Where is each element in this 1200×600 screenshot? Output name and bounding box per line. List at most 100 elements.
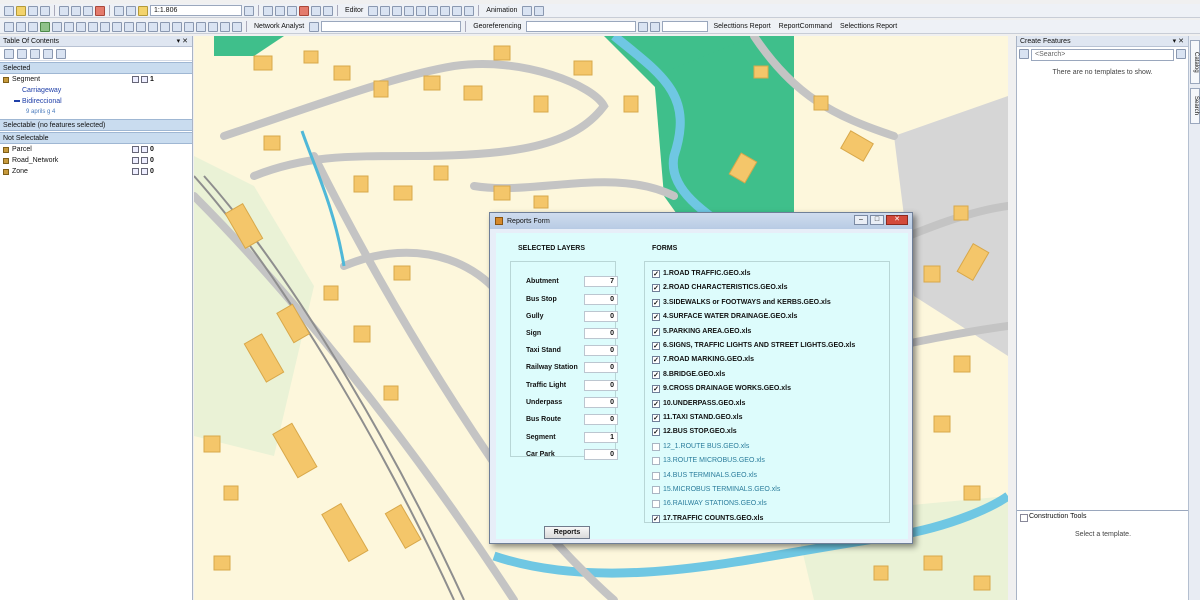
undo-icon[interactable] <box>114 5 124 16</box>
network-window-icon[interactable] <box>309 21 320 32</box>
list-by-selection-icon[interactable] <box>43 48 53 59</box>
trace-icon[interactable] <box>404 5 415 16</box>
checkbox-unchecked-icon[interactable] <box>652 457 660 466</box>
layer-count-field[interactable]: 7 <box>584 276 618 287</box>
checkbox-checked-icon[interactable]: ✓ <box>652 370 660 379</box>
checkbox-checked-icon[interactable]: ✓ <box>652 399 660 408</box>
form-checkbox-row[interactable]: 12_1.ROUTE BUS.GEO.xls <box>652 441 749 453</box>
clear-selection-icon[interactable] <box>112 21 122 32</box>
edit-tool-icon[interactable] <box>368 5 379 16</box>
paste-icon[interactable] <box>83 5 93 16</box>
select-elements-icon[interactable] <box>124 21 134 32</box>
checkbox-checked-icon[interactable]: ✓ <box>652 313 660 322</box>
delete-icon[interactable] <box>95 5 105 16</box>
checkbox-unchecked-icon[interactable] <box>652 471 660 480</box>
maximize-button[interactable]: □ <box>870 215 884 225</box>
checkbox-checked-icon[interactable]: ✓ <box>652 284 660 293</box>
form-checkbox-row[interactable]: 13.ROUTE MICROBUS.GEO.xls <box>652 455 765 467</box>
tab-catalog[interactable]: Catalog <box>1190 40 1200 84</box>
arctoolbox-icon[interactable] <box>299 5 309 16</box>
selections-report-button[interactable]: Selecttions Report <box>710 21 773 32</box>
georeferencing-menu[interactable]: Georeferencing <box>470 21 524 32</box>
list-by-drawing-order-icon[interactable] <box>4 48 14 59</box>
layer-segment[interactable]: Segment 1 <box>0 74 192 85</box>
toggle-selectable-icon[interactable] <box>132 157 139 164</box>
georeferencing-layer-combo[interactable] <box>526 21 637 32</box>
form-checkbox-row[interactable]: ✓ 3.SIDEWALKS or FOOTWAYS and KERBS.GEO.x… <box>652 297 831 309</box>
animation-menu[interactable]: Animation <box>483 5 520 16</box>
capture-view-icon[interactable] <box>534 5 545 16</box>
redo-icon[interactable] <box>126 5 136 16</box>
toggle-selectable-icon[interactable] <box>132 146 139 153</box>
custom-input-field[interactable] <box>662 21 709 32</box>
checkbox-unchecked-icon[interactable] <box>652 500 660 509</box>
animation-control-icon[interactable] <box>522 5 533 16</box>
full-extent-icon[interactable] <box>244 5 254 16</box>
python-window-icon[interactable] <box>311 5 321 16</box>
form-checkbox-row[interactable]: 14.BUS TERMINALS.GEO.xls <box>652 470 757 482</box>
go-to-xy-icon[interactable] <box>208 21 218 32</box>
rotate-icon[interactable] <box>428 5 439 16</box>
layer-count-field[interactable]: 0 <box>584 380 618 391</box>
form-checkbox-row[interactable]: ✓ 1.ROAD TRAFFIC.GEO.xls <box>652 268 751 280</box>
create-features-icon[interactable] <box>464 5 475 16</box>
copy-icon[interactable] <box>71 5 81 16</box>
form-checkbox-row[interactable]: ✓ 17.TRAFFIC COUNTS.GEO.xls <box>652 513 763 525</box>
reports-button[interactable]: Reports <box>544 526 590 539</box>
checkbox-checked-icon[interactable]: ✓ <box>652 342 660 350</box>
list-by-visibility-icon[interactable] <box>30 48 40 59</box>
model-builder-icon[interactable] <box>323 5 333 16</box>
checkbox-checked-icon[interactable]: ✓ <box>652 270 660 278</box>
layer-count-field[interactable]: 0 <box>584 397 618 408</box>
checkbox-checked-icon[interactable]: ✓ <box>652 356 660 365</box>
layer-count-field[interactable]: 0 <box>584 311 618 322</box>
network-layer-combo[interactable] <box>321 21 462 32</box>
create-viewer-icon[interactable] <box>232 21 242 32</box>
identify-icon[interactable] <box>136 21 146 32</box>
attributes-icon[interactable] <box>440 5 451 16</box>
add-data-icon[interactable] <box>138 5 148 16</box>
selected-group[interactable]: Selected <box>0 62 192 74</box>
clear-selected-icon[interactable] <box>141 146 148 153</box>
network-analyst-menu[interactable]: Network Analyst <box>251 21 307 32</box>
form-checkbox-row[interactable]: ✓ 7.ROAD MARKING.GEO.xls <box>652 354 754 366</box>
layer-count-field[interactable]: 0 <box>584 362 618 373</box>
clear-selected-icon[interactable] <box>141 157 148 164</box>
select-features-icon[interactable] <box>100 21 110 32</box>
selections-report-button-2[interactable]: Selecttions Report <box>837 21 900 32</box>
toggle-selectable-icon[interactable] <box>132 76 139 83</box>
form-checkbox-row[interactable]: ✓ 11.TAXI STAND.GEO.xls <box>652 412 743 424</box>
zoom-out-icon[interactable] <box>16 21 26 32</box>
minimize-button[interactable]: – <box>854 215 868 225</box>
checkbox-checked-icon[interactable]: ✓ <box>652 327 660 336</box>
checkbox-checked-icon[interactable]: ✓ <box>652 514 660 523</box>
add-control-points-icon[interactable] <box>638 21 649 32</box>
split-icon[interactable] <box>416 5 427 16</box>
html-popup-icon[interactable] <box>160 21 170 32</box>
new-document-icon[interactable] <box>4 5 14 16</box>
search-window-icon[interactable] <box>287 5 297 16</box>
checkbox-checked-icon[interactable]: ✓ <box>652 414 660 422</box>
forward-arrow-icon[interactable] <box>88 21 98 32</box>
checkbox-unchecked-icon[interactable] <box>652 442 660 451</box>
layer-count-field[interactable]: 0 <box>584 414 618 425</box>
measure-icon[interactable] <box>172 21 182 32</box>
form-checkbox-row[interactable]: ✓ 4.SURFACE WATER DRAINAGE.GEO.xls <box>652 311 797 323</box>
back-arrow-icon[interactable] <box>76 21 86 32</box>
form-checkbox-row[interactable]: ✓ 12.BUS STOP.GEO.xls <box>652 426 737 438</box>
close-icon[interactable]: ▾ ✕ <box>177 36 192 46</box>
layer-zone[interactable]: Zone 0 <box>0 166 192 177</box>
form-checkbox-row[interactable]: 15.MICROBUS TERMINALS.GEO.xls <box>652 484 780 496</box>
form-checkbox-row[interactable]: 16.RAILWAY STATIONS.GEO.xls <box>652 498 767 510</box>
dialog-title-bar[interactable]: Reports Form – □ ✕ <box>490 213 912 229</box>
form-checkbox-row[interactable]: ✓ 6.SIGNS, TRAFFIC LIGHTS AND STREET LIGH… <box>652 340 855 352</box>
toggle-selectable-icon[interactable] <box>132 168 139 175</box>
report-command-button[interactable]: ReportCommand <box>776 21 835 32</box>
not-selectable-group[interactable]: Not Selectable <box>0 132 192 144</box>
checkbox-checked-icon[interactable]: ✓ <box>652 385 660 394</box>
form-checkbox-row[interactable]: ✓ 8.BRIDGE.GEO.xls <box>652 369 725 381</box>
editor-menu[interactable]: Editor <box>342 5 366 16</box>
view-link-table-icon[interactable] <box>650 21 661 32</box>
checkbox-checked-icon[interactable]: ✓ <box>652 298 660 307</box>
pan-icon[interactable] <box>28 21 38 32</box>
